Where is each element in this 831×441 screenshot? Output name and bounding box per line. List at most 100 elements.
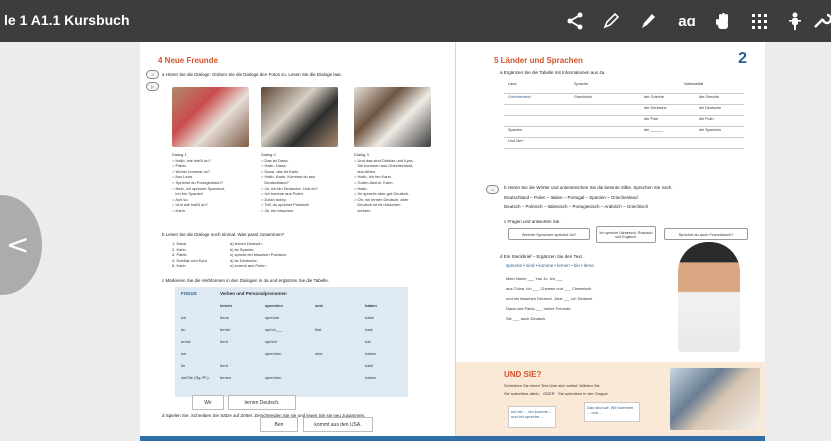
verb-table-cell: lernt: [220, 363, 228, 368]
cell-deutsche-m: der Deutsche: [644, 106, 667, 110]
verb-table-cell: sprich___: [265, 327, 283, 332]
verb-table-cell: sein: [315, 303, 324, 308]
instruction-4a: a Hören Sie die Dialoge. Ordnen Sie die …: [162, 72, 342, 77]
und-sie-panel: UND SIE? Schreiben Sie einen Text über s…: [456, 362, 765, 441]
instruction-5d: d Ein Steckbrief – Ergänzen Sie den Text…: [500, 254, 583, 259]
cell-der-blank: der ______: [644, 128, 664, 132]
und-sie-title: UND SIE?: [504, 370, 542, 379]
verb-table-cell: sie/Sie (Sg./Pl.): [181, 375, 209, 380]
note-alone: Ich bin ... Ich komme ... und ich sprech…: [508, 406, 556, 428]
verb-table-cell: haben: [365, 375, 377, 380]
wrench-icon[interactable]: [808, 8, 831, 34]
instruction-5c: c Fragen und antworten Sie.: [504, 219, 561, 224]
speech-bubble-3: Sprichst du auch Französisch?: [664, 228, 748, 240]
verb-table-cell: haben: [365, 351, 377, 356]
col-sprache: Sprache: [574, 82, 589, 86]
dialog-2-text: Dialog 2 ○ Das ist Dana. ○ Hallo, Dana. …: [261, 152, 318, 213]
audio-icon[interactable]: ♫: [146, 70, 159, 79]
und-sie-instruction: Schreiben Sie einen Text über sich selbs…: [504, 383, 609, 396]
instruction-4c: c Markieren Sie die Verbformen in den Di…: [162, 278, 330, 283]
cell-griechin: die Griechin: [699, 95, 720, 99]
verb-table-cell: haben: [365, 303, 377, 308]
verb-table-cell: du: [181, 327, 186, 332]
verb-table-cell: sprechen: [265, 303, 283, 308]
verb-table-cell: lernt: [220, 339, 228, 344]
verb-table-cell: er/sie: [181, 339, 191, 344]
match-left-list: 1. Dana 2. Karin 3. Pablo 4. Dobilaz und…: [172, 241, 207, 269]
verb-table-cell: lernen: [220, 375, 232, 380]
text-size-icon[interactable]: aɑ: [670, 8, 704, 34]
verb-table-cell: habe: [365, 315, 374, 320]
book-title: le 1 A1.1 Kursbuch: [4, 12, 130, 28]
hand-icon[interactable]: [710, 8, 736, 34]
section-title-4: 4 Neue Freunde: [158, 56, 219, 65]
verb-table-cell: sprechen: [265, 375, 282, 380]
instruction-4b: b Lesen Sie die Dialoge noch einmal. Was…: [162, 232, 285, 237]
verb-table-cell: ihr: [181, 363, 186, 368]
group-photo: [670, 368, 760, 430]
fill-in-text: Mein Name ___ Yan Ju. Ich ___ aus China.…: [506, 276, 594, 321]
card-kommt: kommt aus den USA.: [303, 417, 373, 432]
highlighter-icon[interactable]: [634, 8, 660, 34]
words-countries: Deutschland – Polen – Italien – Portugal…: [504, 195, 638, 200]
card-ben: Ben: [260, 417, 298, 432]
speech-bubble-1: Welche Sprachen sprichst du?: [508, 228, 590, 240]
page-number: 2: [738, 50, 747, 67]
pen-icon[interactable]: [598, 8, 624, 34]
verb-table-cell: hast: [365, 327, 373, 332]
verb-table-cell: bist: [315, 327, 322, 332]
grid-icon[interactable]: [746, 8, 772, 34]
share-icon[interactable]: [562, 8, 588, 34]
cell-spanierin: die Spanierin: [699, 128, 722, 132]
card-wir: Wir: [192, 395, 224, 410]
verb-table-cell: spreche: [265, 315, 280, 320]
pointer-icon[interactable]: [782, 8, 808, 34]
audio-icon[interactable]: ♫: [486, 185, 499, 194]
video-icon[interactable]: ▷: [146, 82, 159, 91]
verb-table-cell: lernst: [220, 327, 230, 332]
countries-table: Land Sprache Nationalität Griechenland G…: [504, 82, 744, 152]
student-photo: [678, 242, 740, 352]
speech-bubble-2: Ich spreche Ukrainisch, Russisch und Eng…: [596, 226, 656, 243]
word-box: spreche • sind • komme • lernen • bin • …: [506, 263, 594, 268]
page-footer-strip: [140, 436, 765, 441]
card-lernen: lernen Deutsch.: [228, 395, 296, 410]
verb-table-cell: habt: [365, 363, 373, 368]
verb-table-cell: ich: [181, 315, 187, 320]
cell-und-sie: Und Sie?: [508, 139, 524, 143]
photo-dialog-1: [172, 87, 249, 147]
dialog-3-text: Dialog 3 ○ Und das sind Dobilaz und Kyra…: [354, 152, 414, 213]
words-languages: Deutsch – Polnisch – Italienisch – Portu…: [504, 204, 649, 209]
cell-pole: der Pole: [644, 117, 659, 121]
verb-table-cell: spricht: [265, 339, 277, 344]
cell-spanien: Spanien: [508, 128, 522, 132]
chevron-left-icon: <: [6, 228, 30, 261]
verb-table-cell: sprechen: [265, 351, 282, 356]
verb-table: FOKUS Verben und Personalpronomen lernen…: [175, 287, 408, 397]
cell-polin: die Polin: [699, 117, 714, 121]
table-header-verbs: Verben und Personalpronomen: [220, 291, 287, 296]
verb-table-cell: hat: [365, 339, 371, 344]
photo-dialog-3: [354, 87, 431, 147]
photo-dialog-2: [261, 87, 338, 147]
top-toolbar: le 1 A1.1 Kursbuch aɑ: [0, 0, 831, 42]
dialog-1-text: Dialog 1 ○ Hallo, wie heißt du? ○ Pablo.…: [172, 152, 226, 213]
section-title-5: 5 Länder und Sprachen: [494, 56, 583, 65]
verb-table-cell: lernen: [220, 303, 233, 308]
cell-griechenland: Griechenland: [508, 95, 531, 99]
verb-table-cell: wir: [181, 351, 187, 356]
instruction-5b: b Hören Sie die Wörter und unterstreiche…: [504, 185, 673, 190]
match-right-list: a) lernen Deutsch. b) ist Spanier. c) sp…: [230, 241, 287, 269]
verb-table-cell: sind: [315, 351, 323, 356]
left-page: 4 Neue Freunde ♫ ▷ a Hören Sie die Dialo…: [140, 42, 455, 441]
table-header-fokus: FOKUS: [181, 291, 197, 296]
col-nationalitaet: Nationalität: [684, 82, 703, 86]
cell-griechisch: Griechisch: [574, 95, 592, 99]
note-group: Das sind wir. Wir kommen ... und ...: [584, 402, 640, 422]
instruction-5a: a Ergänzen Sie die Tabelle mit Informati…: [500, 70, 606, 75]
cell-grieche: der Grieche: [644, 95, 664, 99]
col-land: Land: [508, 82, 517, 86]
cell-deutsche-f: die Deutsche: [699, 106, 722, 110]
right-page: 5 Länder und Sprachen 2 a Ergänzen Sie d…: [455, 42, 765, 441]
verb-table-cell: lerne: [220, 315, 229, 320]
